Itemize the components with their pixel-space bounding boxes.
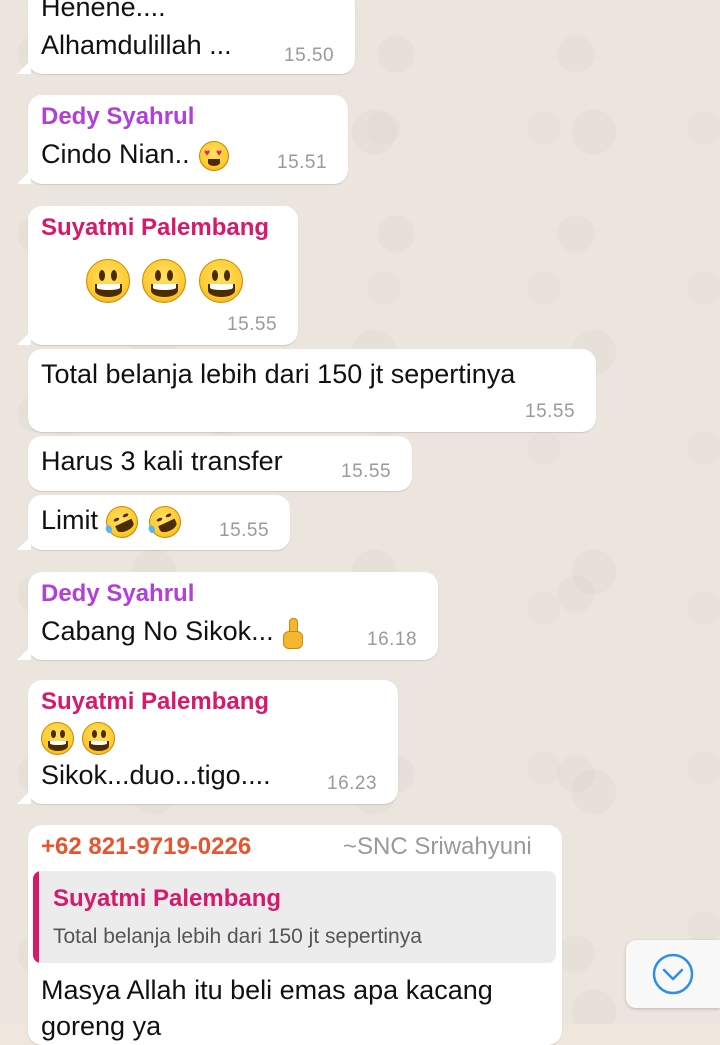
message-time: 16.18 [367,629,418,650]
message-text: Cabang No Sikok... [41,616,304,649]
grinning-emoji [198,259,243,303]
message-text-body: Cindo Nian.. [41,139,190,169]
message-text-body: Cabang No Sikok... [41,616,274,646]
message-bubble[interactable]: +62 821-9719-0226 ~SNC Sriwahyuni Suyatm… [28,825,562,1045]
message-text: Sikok...duo...tigo.... [41,760,271,790]
emoji-row [86,259,243,303]
rofl-emoji [100,500,143,544]
message-text: goreng ya [41,1011,161,1042]
message-time: 15.55 [525,401,576,422]
scroll-to-bottom-button[interactable] [626,940,720,1008]
grinning-emoji [142,259,187,303]
message-time: 15.50 [284,45,335,66]
emoji-row [41,722,116,755]
message-text: Limit [41,500,187,544]
heart-eyes-emoji: ♥ ♥ [199,140,230,171]
message-text: Masya Allah itu beli emas apa kacang [41,975,493,1005]
sender-alias: ~SNC Sriwahyuni [343,833,532,860]
sender-name: Suyatmi Palembang [41,688,270,715]
message-time: 15.55 [227,314,278,335]
grinning-emoji [41,722,74,755]
message-time: 15.51 [277,152,328,173]
message-bubble[interactable]: Henene.... Alhamdulillah ... 15.50 [17,0,355,74]
quoted-message[interactable]: Suyatmi Palembang Total belanja lebih da… [33,871,556,963]
message-text: Cindo Nian.. ♥ ♥ [41,139,230,171]
message-bubble[interactable]: Suyatmi Palembang 15.55 [17,206,298,345]
message-bubble[interactable]: Limit 15.55 [17,495,290,550]
message-bubble[interactable]: Total belanja lebih dari 150 jt sepertin… [28,349,596,432]
message-time: 15.55 [341,461,392,482]
sender-phone: +62 821-9719-0226 [41,833,252,860]
quoted-text: Total belanja lebih dari 150 jt sepertin… [53,925,422,948]
message-time: 16.23 [327,773,378,794]
grinning-emoji [86,259,130,303]
message-bubble[interactable]: Suyatmi Palembang Sikok...duo...tigo....… [17,680,398,804]
quote-bar [33,871,39,963]
sender-name: Dedy Syahrul [41,580,195,607]
message-text: Total belanja lebih dari 150 jt sepertin… [41,359,516,389]
message-text: Alhamdulillah ... [41,30,232,60]
message-bubble[interactable]: Dedy Syahrul Cindo Nian.. ♥ ♥ 15.51 [17,95,348,184]
message-bubble[interactable]: Dedy Syahrul Cabang No Sikok... 16.18 [17,572,438,660]
chevron-down-circle-icon [652,953,694,995]
message-text: Harus 3 kali transfer [41,446,283,476]
sender-name: Dedy Syahrul [41,103,195,130]
quoted-sender: Suyatmi Palembang [53,885,282,912]
rofl-emoji [143,500,187,544]
message-text-body: goreng ya [41,1011,162,1041]
message-text: Henene.... [41,0,166,22]
pointing-up-emoji [281,617,304,649]
message-time: 15.55 [219,520,270,541]
message-text-body: Limit [41,505,99,535]
message-bubble[interactable]: Harus 3 kali transfer 15.55 [28,436,412,491]
sender-name: Suyatmi Palembang [41,214,270,241]
grinning-emoji [82,722,116,755]
